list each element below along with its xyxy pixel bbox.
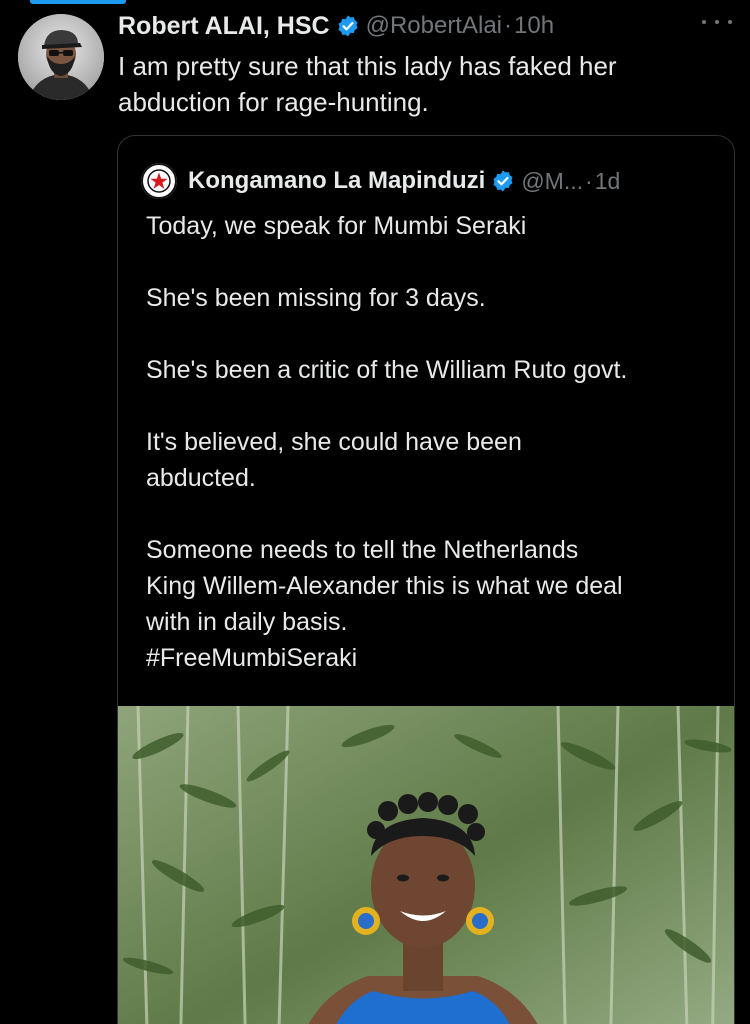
separator-dot: · xyxy=(585,167,593,194)
verified-badge-icon xyxy=(491,169,515,193)
quoted-text-line: abducted. xyxy=(146,464,256,492)
tweet-text-line: abduction for rage-hunting. xyxy=(118,87,429,117)
quoted-tweet-photo[interactable] xyxy=(118,706,734,1024)
more-horizontal-icon[interactable] xyxy=(702,12,732,32)
verified-badge-icon xyxy=(336,14,360,38)
tweet-text: I am pretty sure that this lady has fake… xyxy=(118,48,718,120)
tab-indicator xyxy=(30,0,126,4)
tweet-view: Robert ALAI, HSC @RobertAlai · 10h I am … xyxy=(0,0,750,1024)
quoted-text-line: with in daily basis. xyxy=(146,608,348,636)
quoted-text-line: Today, we speak for Mumbi Seraki xyxy=(146,212,527,240)
quoted-text-line: Someone needs to tell the Netherlands xyxy=(146,536,579,564)
quoted-text-line: She's been a critic of the William Ruto … xyxy=(146,356,628,384)
separator-dot: · xyxy=(504,12,512,39)
tweet-text-line: I am pretty sure that this lady has fake… xyxy=(118,51,617,81)
kongamano-logo-icon[interactable] xyxy=(140,162,178,200)
quoted-text-line: It's believed, she could have been xyxy=(146,428,522,456)
quoted-tweet-timestamp[interactable]: 1d xyxy=(595,168,621,195)
quoted-text-line: King Willem-Alexander this is what we de… xyxy=(146,572,623,600)
quoted-author-name[interactable]: Kongamano La Mapinduzi xyxy=(188,167,485,195)
author-avatar[interactable] xyxy=(18,14,104,100)
photo-woman-bamboo-image xyxy=(118,706,734,1024)
quoted-tweet-text: Today, we speak for Mumbi Seraki She's b… xyxy=(146,208,716,676)
tweet-header: Robert ALAI, HSC @RobertAlai · 10h xyxy=(118,6,730,46)
author-handle[interactable]: @RobertAlai xyxy=(366,12,502,40)
quoted-text-line: She's been missing for 3 days. xyxy=(146,284,486,312)
author-name[interactable]: Robert ALAI, HSC xyxy=(118,12,330,41)
user-avatar-icon xyxy=(18,14,104,100)
quoted-tweet-header: Kongamano La Mapinduzi @M... · 1d xyxy=(140,162,714,200)
hashtag-link[interactable]: #FreeMumbiSeraki xyxy=(146,640,716,676)
quoted-tweet-card[interactable]: Kongamano La Mapinduzi @M... · 1d Today,… xyxy=(117,135,735,1024)
tweet-timestamp[interactable]: 10h xyxy=(514,12,554,40)
quoted-author-handle[interactable]: @M... xyxy=(521,168,583,195)
